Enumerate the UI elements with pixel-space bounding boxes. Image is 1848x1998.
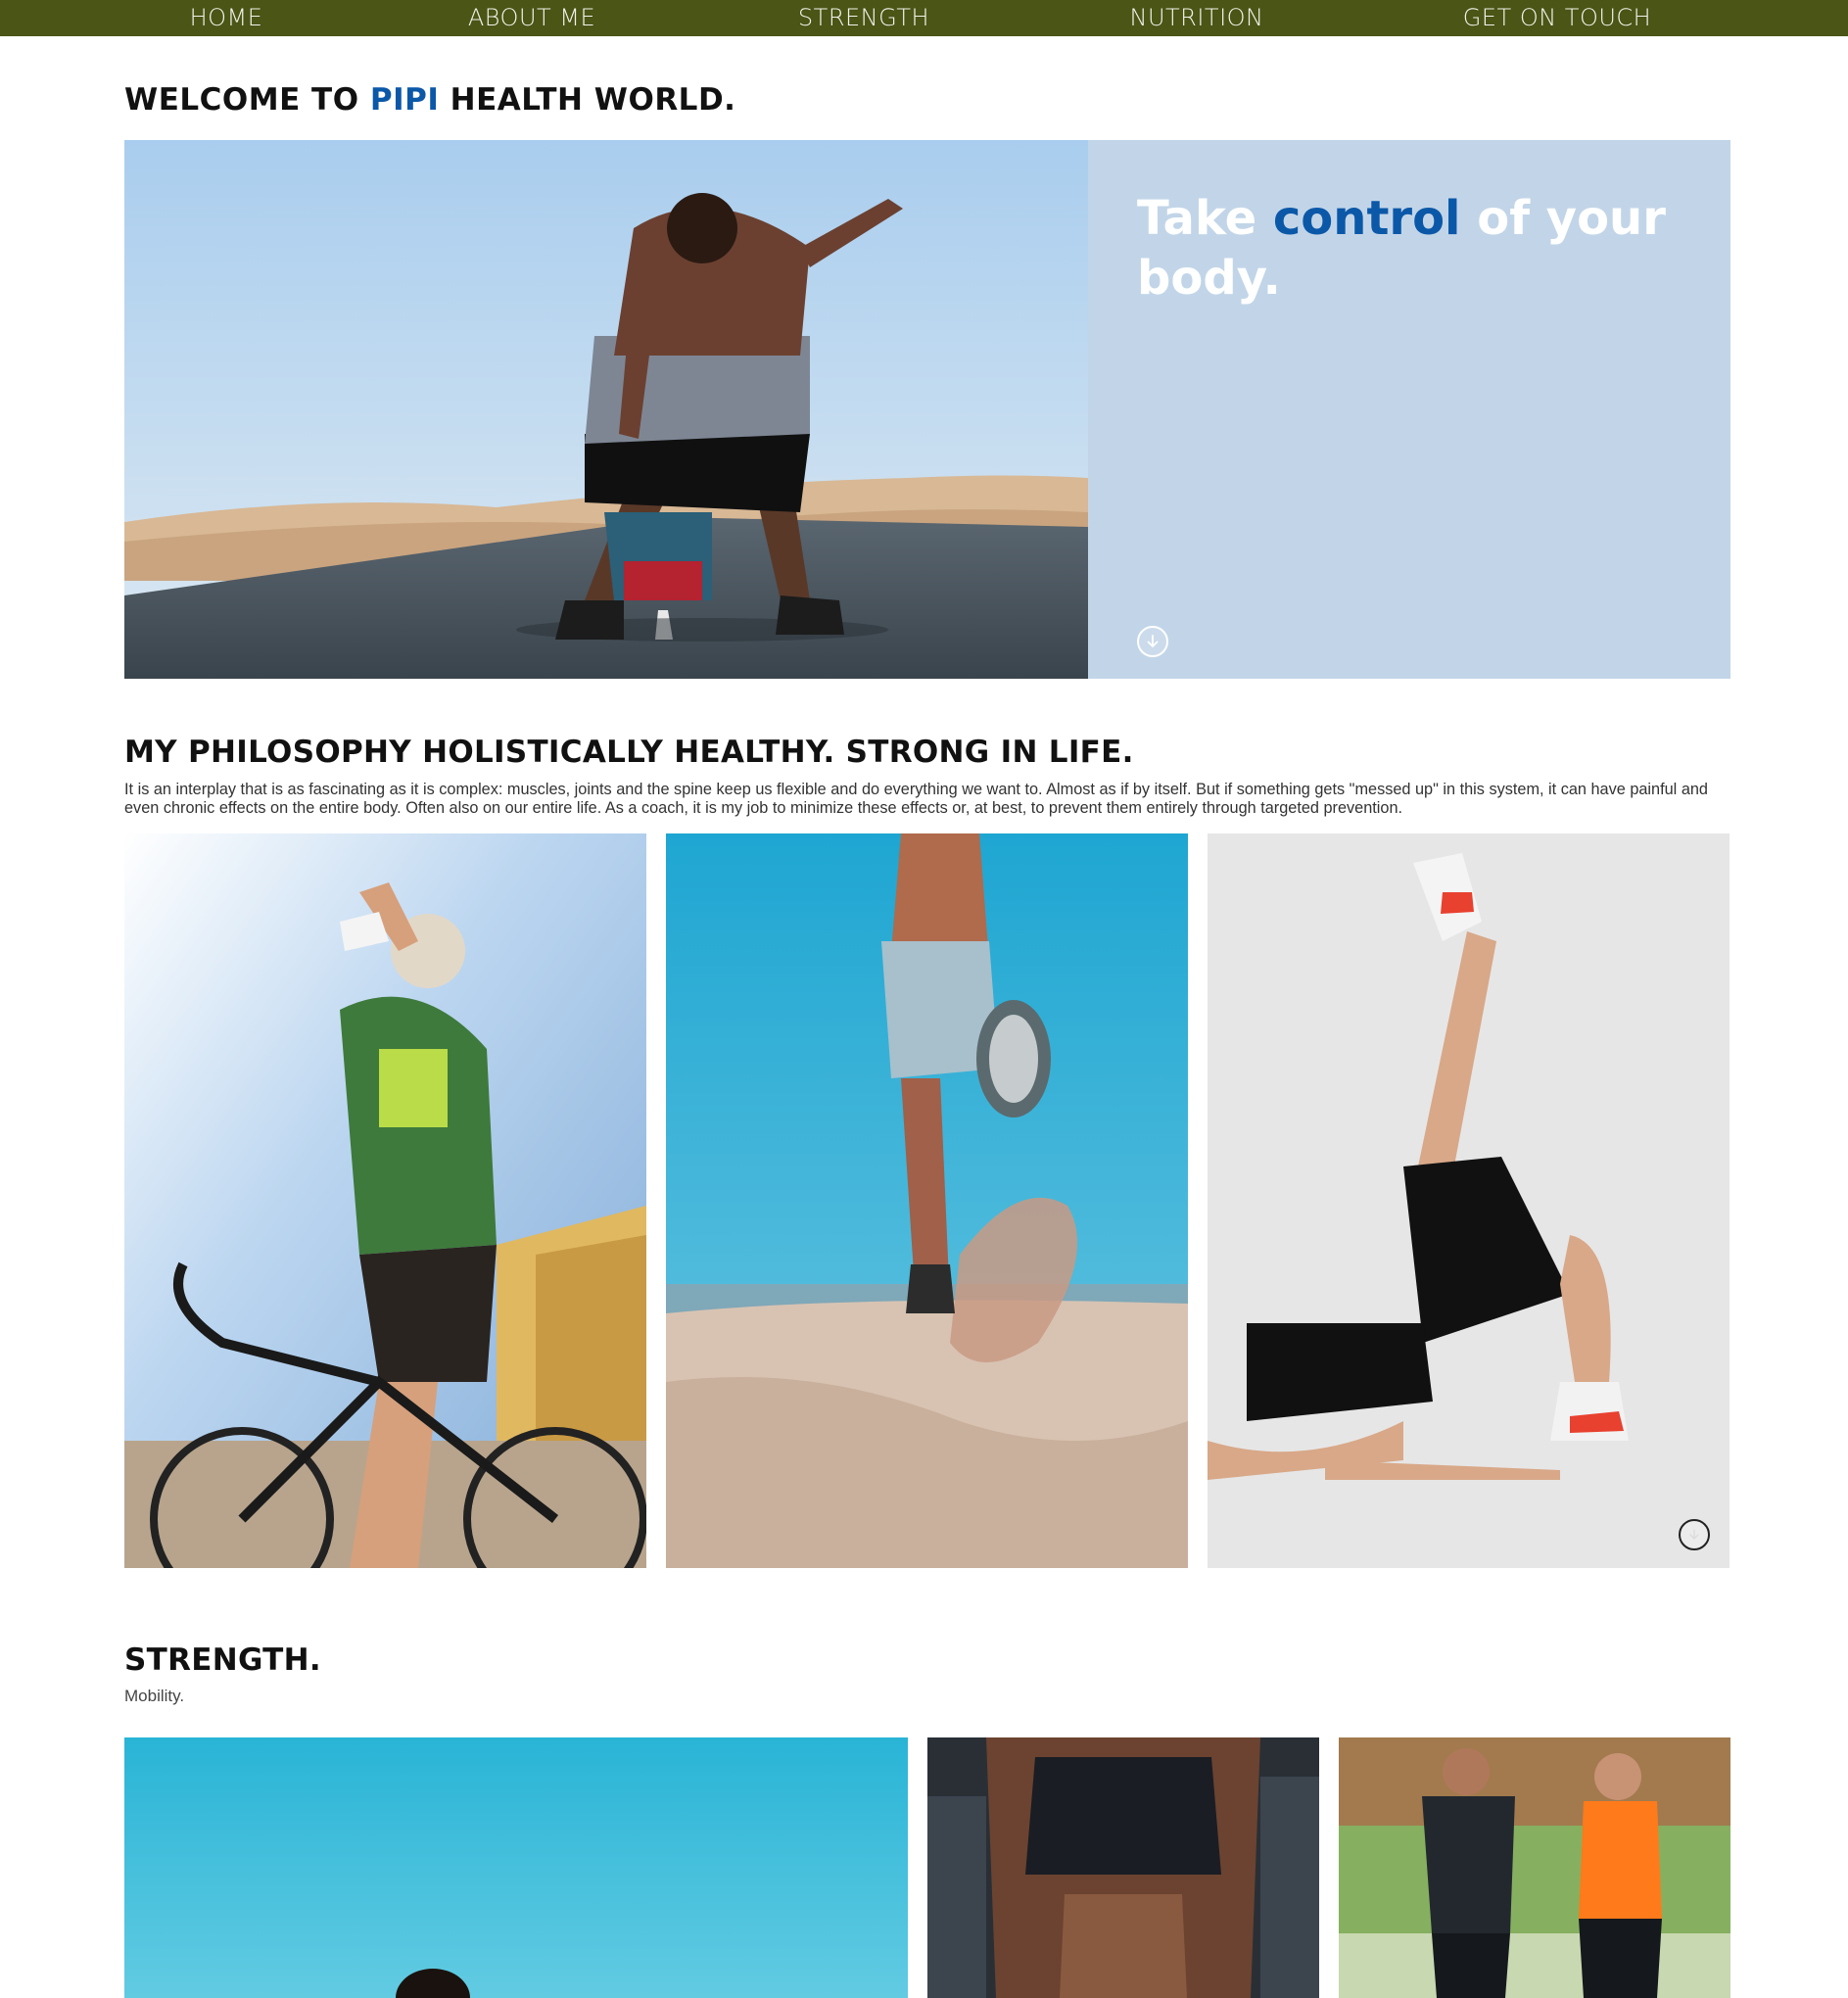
nav-about-me[interactable]: ABOUT ME bbox=[468, 0, 595, 36]
photo-strength-sky bbox=[124, 1737, 908, 1998]
welcome-text-end: HEALTH WORLD. bbox=[439, 82, 736, 118]
tagline-text-start: Take bbox=[1137, 191, 1273, 246]
photo-glute-bridge bbox=[1208, 833, 1730, 1568]
hero-image-kettlebell-athlete bbox=[124, 140, 1088, 679]
nav-home[interactable]: HOME bbox=[190, 0, 263, 36]
hero-tagline: Take control of your body. bbox=[1137, 189, 1685, 309]
photo-runner-desert bbox=[666, 833, 1188, 1568]
photo-cyclist bbox=[124, 833, 646, 1568]
welcome-heading: WELCOME TO PIPI HEALTH WORLD. bbox=[124, 82, 735, 118]
arrow-down-circle-icon bbox=[1689, 1529, 1699, 1540]
strength-subtitle: Mobility. bbox=[124, 1687, 185, 1705]
hero-panel: Take control of your body. bbox=[1088, 140, 1730, 679]
photo-strength-running-couple bbox=[1339, 1737, 1730, 1998]
scroll-down-button[interactable] bbox=[1137, 626, 1168, 657]
strength-heading: STRENGTH. bbox=[124, 1642, 321, 1678]
top-nav: HOME ABOUT ME STRENGTH NUTRITION GET ON … bbox=[0, 0, 1848, 36]
welcome-text-start: WELCOME TO bbox=[124, 82, 370, 118]
photo-strength-gym bbox=[927, 1737, 1319, 1998]
gallery-next-button[interactable] bbox=[1679, 1519, 1710, 1550]
tagline-accent: control bbox=[1272, 191, 1461, 246]
philosophy-heading: MY PHILOSOPHY HOLISTICALLY HEALTHY. STRO… bbox=[124, 735, 1134, 770]
nav-strength[interactable]: STRENGTH bbox=[798, 0, 929, 36]
philosophy-text: It is an interplay that is as fascinatin… bbox=[124, 781, 1708, 817]
nav-get-on-touch[interactable]: GET ON TOUCH bbox=[1463, 0, 1651, 36]
brand-name: PIPI bbox=[369, 82, 440, 118]
nav-nutrition[interactable]: NUTRITION bbox=[1129, 0, 1263, 36]
arrow-down-circle-icon bbox=[1147, 635, 1159, 647]
